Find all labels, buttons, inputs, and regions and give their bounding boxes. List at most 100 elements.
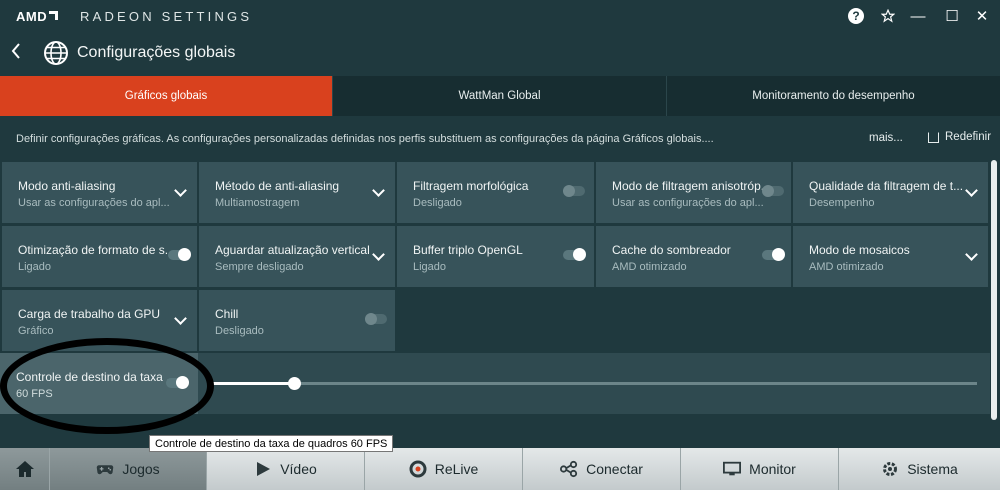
setting-value: Ligado bbox=[413, 261, 447, 273]
setting-texture-filtering-quality[interactable]: Qualidade da filtragem de t... Desempenh… bbox=[793, 162, 988, 223]
nav-home[interactable] bbox=[0, 448, 50, 490]
chevron-down-icon bbox=[965, 184, 978, 197]
setting-shader-cache: Cache do sombreador AMD otimizado bbox=[596, 226, 791, 287]
frame-rate-slider-fill bbox=[210, 382, 294, 385]
page-description: Definir configurações gráficas. As confi… bbox=[16, 133, 714, 145]
chill-toggle[interactable] bbox=[365, 313, 387, 325]
nav-label: ReLive bbox=[434, 461, 479, 477]
nav-label: Conectar bbox=[586, 461, 643, 477]
setting-label: Modo de mosaicos bbox=[809, 243, 910, 257]
frame-rate-target-toggle[interactable] bbox=[166, 376, 189, 389]
bottom-navigation: Jogos Vídeo ReLive Conectar Monitor Sist… bbox=[0, 448, 1000, 490]
setting-label: Buffer triplo OpenGL bbox=[413, 243, 523, 257]
setting-value: Ligado bbox=[18, 261, 52, 273]
setting-value: Usar as configurações do apl... bbox=[18, 197, 170, 209]
frame-rate-target-row: Controle de destino da taxa ... 60 FPS bbox=[0, 353, 990, 414]
setting-value: Multiamostragem bbox=[215, 197, 300, 209]
description-row: Definir configurações gráficas. As confi… bbox=[0, 116, 1000, 160]
nav-label: Monitor bbox=[749, 461, 796, 477]
close-button[interactable]: ✕ bbox=[972, 6, 992, 26]
setting-vertical-refresh[interactable]: Aguardar atualização vertical Sempre des… bbox=[199, 226, 395, 287]
minimize-button[interactable]: — bbox=[908, 6, 928, 26]
setting-label: Aguardar atualização vertical bbox=[215, 243, 370, 257]
amd-logo: AMD bbox=[16, 9, 59, 24]
setting-morphological-filtering: Filtragem morfológica Desligado bbox=[397, 162, 594, 223]
nav-video[interactable]: Vídeo bbox=[207, 448, 365, 490]
tab-performance-monitoring[interactable]: Monitoramento do desempenho bbox=[667, 76, 1000, 116]
setting-anti-aliasing-mode[interactable]: Modo anti-aliasing Usar as configurações… bbox=[2, 162, 197, 223]
globe-icon bbox=[44, 41, 68, 65]
setting-value: AMD otimizado bbox=[809, 261, 884, 273]
setting-label: Método de anti-aliasing bbox=[215, 179, 340, 193]
system-gear-icon bbox=[883, 462, 898, 476]
connect-icon bbox=[560, 460, 578, 478]
tooltip: Controle de destino da taxa de quadros 6… bbox=[149, 435, 394, 452]
setting-gpu-workload[interactable]: Carga de trabalho da GPU Gráfico bbox=[2, 290, 197, 351]
nav-system[interactable]: Sistema bbox=[839, 448, 1000, 490]
app-title: RADEON SETTINGS bbox=[80, 9, 253, 24]
setting-value: Gráfico bbox=[18, 325, 54, 337]
vertical-scrollbar[interactable] bbox=[991, 160, 997, 420]
nav-label: Vídeo bbox=[280, 461, 317, 477]
chevron-down-icon bbox=[372, 248, 385, 261]
nav-games[interactable]: Jogos bbox=[50, 448, 207, 490]
monitor-icon bbox=[723, 461, 742, 476]
more-link[interactable]: mais... bbox=[869, 132, 903, 144]
chevron-down-icon bbox=[174, 184, 187, 197]
setting-label: Cache do sombreador bbox=[612, 243, 731, 257]
setting-opengl-triple-buffering: Buffer triplo OpenGL Ligado bbox=[397, 226, 594, 287]
setting-value: Desligado bbox=[215, 325, 264, 337]
tab-global-graphics[interactable]: Gráficos globais bbox=[0, 76, 333, 116]
setting-label: Filtragem morfológica bbox=[413, 179, 529, 193]
setting-value: AMD otimizado bbox=[612, 261, 687, 273]
chevron-down-icon bbox=[372, 184, 385, 197]
setting-label: Qualidade da filtragem de t... bbox=[809, 179, 964, 193]
chevron-down-icon bbox=[965, 248, 978, 261]
reset-label: Redefinir bbox=[945, 131, 992, 143]
setting-label: Otimização de formato de s... bbox=[18, 243, 175, 257]
nav-connect[interactable]: Conectar bbox=[523, 448, 681, 490]
setting-label: Chill bbox=[215, 307, 239, 321]
star-icon bbox=[881, 9, 895, 23]
relive-icon bbox=[409, 460, 427, 478]
frame-rate-slider-thumb[interactable] bbox=[288, 377, 301, 390]
setting-anisotropic-filtering-mode: Modo de filtragem anisotróp... Usar as c… bbox=[596, 162, 791, 223]
back-button[interactable] bbox=[10, 42, 24, 62]
nav-label: Sistema bbox=[907, 461, 958, 477]
nav-display[interactable]: Monitor bbox=[681, 448, 839, 490]
play-icon bbox=[257, 462, 271, 476]
setting-value: Desempenho bbox=[809, 197, 875, 209]
setting-value: 60 FPS bbox=[16, 388, 53, 400]
page-title: Configurações globais bbox=[77, 44, 236, 61]
setting-tessellation-mode[interactable]: Modo de mosaicos AMD otimizado bbox=[793, 226, 988, 287]
triple-buffering-toggle[interactable] bbox=[563, 248, 586, 261]
frame-rate-slider[interactable] bbox=[210, 377, 977, 390]
reset-button[interactable]: Redefinir bbox=[928, 131, 991, 143]
gamepad-icon bbox=[97, 465, 114, 475]
setting-value: Usar as configurações do apl... bbox=[612, 197, 764, 209]
surface-format-toggle[interactable] bbox=[168, 248, 191, 261]
shader-cache-toggle[interactable] bbox=[762, 248, 785, 261]
setting-anti-aliasing-method[interactable]: Método de anti-aliasing Multiamostragem bbox=[199, 162, 395, 223]
setting-label: Controle de destino da taxa ... bbox=[16, 370, 177, 384]
setting-value: Sempre desligado bbox=[215, 261, 304, 273]
setting-label: Modo anti-aliasing bbox=[18, 179, 116, 193]
favorite-button[interactable] bbox=[878, 6, 898, 26]
morphological-filtering-toggle[interactable] bbox=[563, 185, 585, 197]
chevron-left-icon bbox=[11, 43, 20, 59]
title-bar: AMD RADEON SETTINGS ? — ☐ ✕ bbox=[0, 0, 1000, 32]
tab-wattman-global[interactable]: WattMan Global bbox=[333, 76, 667, 116]
help-button[interactable]: ? bbox=[846, 6, 866, 26]
help-icon: ? bbox=[848, 8, 864, 24]
page-header: Configurações globais bbox=[0, 32, 1000, 76]
nav-label: Jogos bbox=[122, 461, 160, 477]
setting-label: Carga de trabalho da GPU bbox=[18, 307, 161, 321]
home-icon bbox=[15, 461, 34, 477]
setting-chill: Chill Desligado bbox=[199, 290, 395, 351]
anisotropic-filtering-toggle[interactable] bbox=[762, 185, 784, 197]
maximize-button[interactable]: ☐ bbox=[942, 6, 962, 26]
nav-relive[interactable]: ReLive bbox=[365, 448, 523, 490]
tab-bar: Gráficos globais WattMan Global Monitora… bbox=[0, 76, 1000, 116]
reset-icon bbox=[928, 131, 939, 143]
setting-surface-format-optimization: Otimização de formato de s... Ligado bbox=[2, 226, 197, 287]
